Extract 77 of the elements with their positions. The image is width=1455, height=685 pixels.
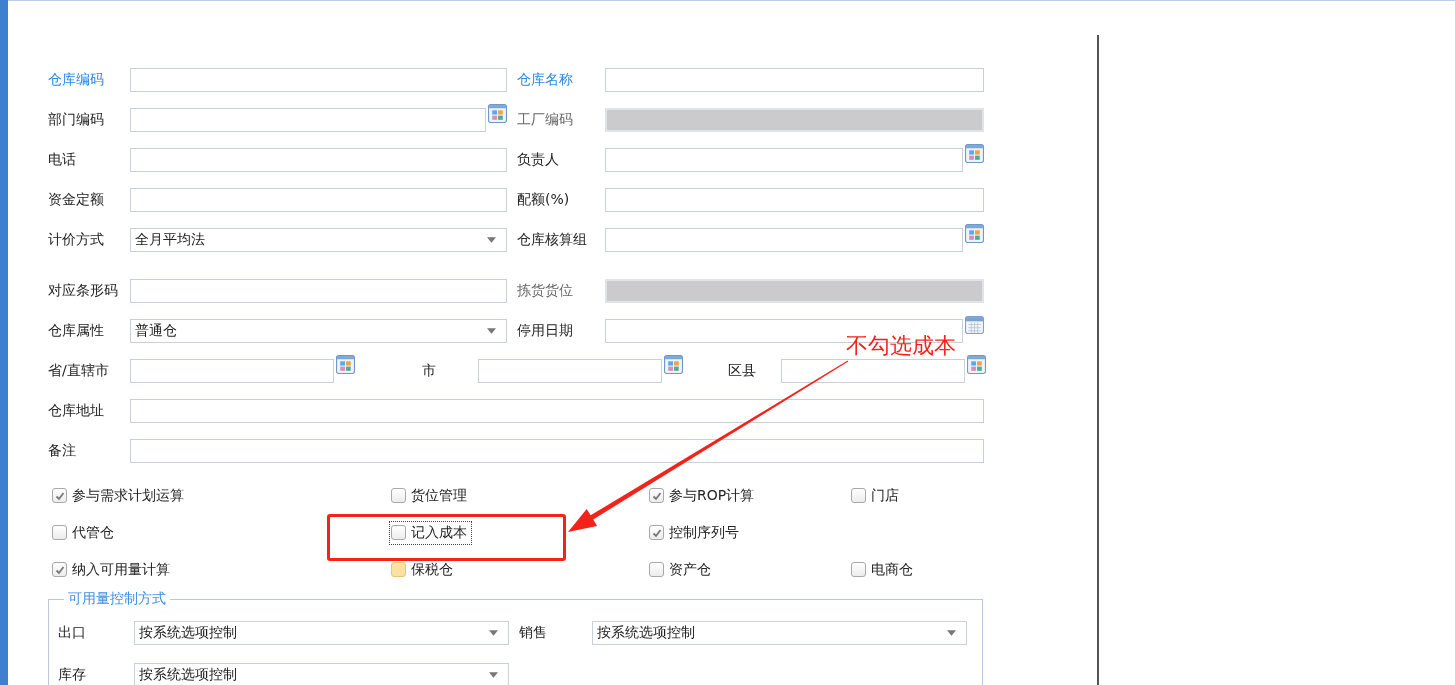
- caret-icon: [947, 630, 956, 636]
- checkbox-option[interactable]: 参与ROP计算: [647, 483, 760, 508]
- checkbox[interactable]: [649, 562, 664, 577]
- checkbox-option[interactable]: 保税仓: [389, 557, 458, 582]
- field-label: 负责人: [517, 151, 560, 169]
- checkbox[interactable]: [649, 525, 664, 540]
- checkbox-option[interactable]: 控制序列号: [647, 520, 744, 545]
- text-field[interactable]: [605, 188, 984, 212]
- field-label: 仓库属性: [48, 322, 105, 340]
- checkbox[interactable]: [52, 488, 67, 503]
- checkbox[interactable]: [52, 525, 67, 540]
- field-label: 区县: [727, 362, 757, 380]
- field-label: 计价方式: [48, 231, 105, 249]
- text-field[interactable]: [130, 68, 507, 92]
- field-label: 电话: [48, 151, 77, 169]
- field-label: 部门编码: [48, 111, 105, 129]
- field-label: 省/直辖市: [48, 362, 110, 380]
- group-title: 可用量控制方式: [67, 590, 167, 608]
- field-label: 工厂编码: [517, 111, 574, 129]
- tiles-icon[interactable]: [965, 144, 984, 163]
- calendar-icon[interactable]: [965, 315, 984, 334]
- text-field[interactable]: [130, 359, 334, 383]
- tiles-icon[interactable]: [967, 355, 986, 374]
- caret-icon: [489, 672, 498, 678]
- checkbox[interactable]: [391, 488, 406, 503]
- field-label: 出口: [58, 624, 87, 642]
- text-field[interactable]: [781, 359, 965, 383]
- text-field[interactable]: [478, 359, 662, 383]
- field-label: 市: [421, 362, 437, 380]
- dropdown[interactable]: 按系统选项控制: [134, 663, 509, 685]
- caret-icon: [487, 328, 496, 334]
- field-label: 库存: [58, 666, 87, 684]
- text-field[interactable]: [605, 148, 963, 172]
- checkbox-option[interactable]: 门店: [849, 483, 904, 508]
- field-label: 停用日期: [517, 322, 574, 340]
- checkbox-option[interactable]: 参与需求计划运算: [50, 483, 189, 508]
- text-field[interactable]: [130, 439, 984, 463]
- tiles-icon[interactable]: [965, 224, 984, 243]
- checkbox[interactable]: [391, 525, 406, 540]
- dropdown[interactable]: 普通仓: [130, 319, 507, 343]
- field-label: 销售: [519, 624, 548, 642]
- field-label: 对应条形码: [48, 282, 119, 300]
- checkbox[interactable]: [649, 488, 664, 503]
- dropdown[interactable]: 全月平均法: [130, 228, 507, 252]
- tiles-icon[interactable]: [336, 355, 355, 374]
- text-field[interactable]: [130, 108, 486, 132]
- field-label: 资金定额: [48, 191, 105, 209]
- caret-icon: [487, 237, 496, 243]
- field-label: 备注: [48, 442, 77, 460]
- field-label: 仓库地址: [48, 402, 105, 420]
- text-field[interactable]: [130, 188, 507, 212]
- text-field[interactable]: [605, 68, 984, 92]
- checkbox[interactable]: [851, 488, 866, 503]
- field-label: 配额(%): [517, 191, 571, 209]
- tiles-icon[interactable]: [488, 104, 507, 123]
- text-field[interactable]: [130, 399, 984, 423]
- checkbox[interactable]: [52, 562, 67, 577]
- text-field[interactable]: [130, 279, 507, 303]
- checkbox-option[interactable]: 纳入可用量计算: [50, 557, 175, 582]
- field-label: 仓库名称: [517, 71, 574, 89]
- checkbox-option[interactable]: 货位管理: [389, 483, 472, 508]
- checkbox[interactable]: [391, 562, 406, 577]
- dropdown[interactable]: 按系统选项控制: [592, 621, 967, 645]
- checkbox[interactable]: [851, 562, 866, 577]
- checkbox-option[interactable]: 电商仓: [849, 557, 918, 582]
- caret-icon: [489, 630, 498, 636]
- checkbox-option[interactable]: 资产仓: [647, 557, 716, 582]
- dropdown[interactable]: 按系统选项控制: [134, 621, 509, 645]
- text-field[interactable]: [605, 228, 963, 252]
- field-label: 拣货货位: [517, 282, 574, 300]
- text-field[interactable]: [130, 148, 507, 172]
- tiles-icon[interactable]: [664, 355, 683, 374]
- checkbox-option[interactable]: 代管仓: [50, 520, 119, 545]
- checkbox-option[interactable]: 记入成本: [389, 520, 472, 545]
- annotation-text: 不勾选成本: [846, 332, 956, 360]
- field-label: 仓库编码: [48, 71, 105, 89]
- field-label: 仓库核算组: [517, 231, 588, 249]
